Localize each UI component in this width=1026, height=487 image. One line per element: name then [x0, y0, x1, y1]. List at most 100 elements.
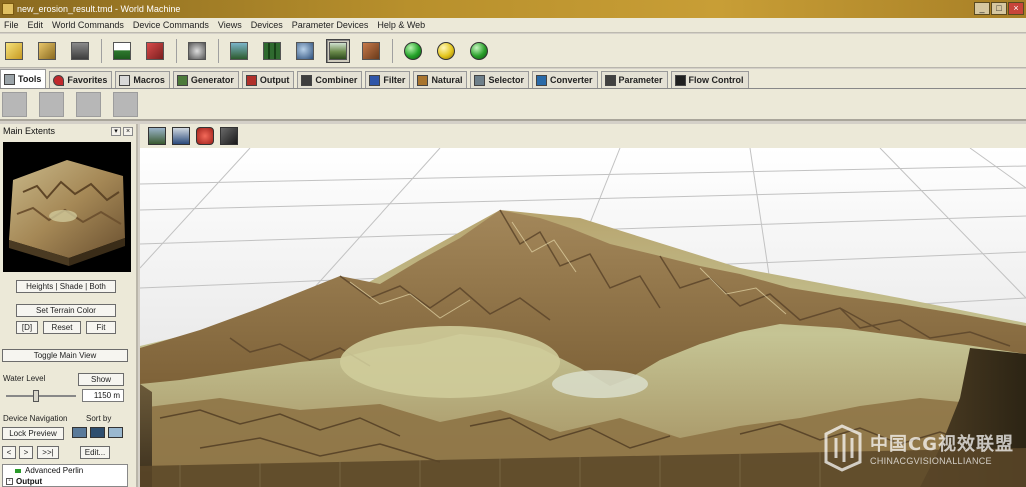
fit-button[interactable]: Fit — [86, 321, 116, 334]
natural-icon — [417, 74, 429, 86]
menu-help-web[interactable]: Help & Web — [373, 20, 430, 30]
set-terrain-color-button[interactable]: Set Terrain Color — [16, 304, 116, 317]
grid-view-button[interactable] — [260, 39, 284, 63]
view-mode-toggle[interactable]: Heights | Shade | Both — [16, 280, 116, 293]
menu-world-commands[interactable]: World Commands — [48, 20, 129, 30]
tree-item[interactable]: Advanced Perlin — [3, 465, 127, 476]
water-level-slider-thumb[interactable] — [33, 390, 39, 402]
save-button[interactable] — [68, 39, 92, 63]
tab-converter[interactable]: Converter — [531, 71, 598, 88]
pin-icon[interactable]: ▾ — [111, 126, 121, 136]
tab-macros[interactable]: Macros — [115, 71, 170, 88]
nav-prev-button[interactable]: < — [2, 446, 16, 459]
heart-icon — [53, 74, 65, 86]
tab-filter[interactable]: Filter — [365, 71, 411, 88]
save-icon — [71, 41, 89, 60]
close-button[interactable]: × — [1008, 2, 1024, 15]
tab-parameter[interactable]: Parameter — [600, 71, 668, 88]
render-button[interactable] — [143, 39, 167, 63]
palette-slot[interactable] — [76, 91, 101, 117]
tab-label: Combiner — [315, 75, 358, 85]
tab-flow-control[interactable]: Flow Control — [670, 71, 749, 88]
watermark-logo-icon — [824, 424, 862, 472]
menu-parameter-devices[interactable]: Parameter Devices — [288, 20, 374, 30]
build-yellow-orb-icon — [437, 41, 455, 60]
explorer-icon — [188, 41, 206, 60]
tab-tools[interactable]: Tools — [0, 69, 47, 88]
palette-slot[interactable] — [2, 91, 27, 117]
tab-label: Macros — [133, 75, 165, 85]
terrain-view-button[interactable] — [293, 39, 317, 63]
menu-device-commands[interactable]: Device Commands — [129, 20, 214, 30]
tab-combiner[interactable]: Combiner — [297, 71, 363, 88]
world-settings-button[interactable] — [110, 39, 134, 63]
device-tab-row: Tools Favorites Macros Generator Output … — [0, 69, 1026, 89]
palette-slot[interactable] — [113, 91, 138, 117]
toggle-main-view-button[interactable]: Toggle Main View — [2, 349, 128, 362]
tab-selector[interactable]: Selector — [470, 71, 529, 88]
build-green-button[interactable] — [401, 39, 425, 63]
menu-edit[interactable]: Edit — [24, 20, 49, 30]
view-height-icon[interactable] — [172, 127, 190, 145]
show-water-button[interactable]: Show — [78, 373, 124, 386]
tab-label: Filter — [383, 75, 406, 85]
3d-view-button[interactable] — [326, 38, 350, 63]
sort-position-icon[interactable] — [90, 427, 105, 438]
tab-output[interactable]: Output — [241, 71, 295, 88]
render-stop-icon[interactable] — [196, 127, 214, 145]
d-button[interactable]: [D] — [16, 321, 38, 334]
title-bar: new_erosion_result.tmd - World Machine _… — [0, 0, 1026, 18]
macros-icon — [119, 74, 131, 86]
layout-view-button[interactable] — [227, 39, 251, 63]
tab-natural[interactable]: Natural — [413, 71, 468, 88]
main-toolbar — [0, 34, 1026, 68]
device-status-icon — [15, 468, 21, 473]
menu-views[interactable]: Views — [214, 20, 247, 30]
build-add-button[interactable] — [467, 39, 491, 63]
terrain-preview-thumbnail[interactable] — [3, 142, 131, 272]
texture-view-button[interactable] — [359, 39, 383, 63]
water-level-slider-track[interactable] — [6, 395, 76, 397]
tab-favorites[interactable]: Favorites — [49, 71, 113, 88]
minimize-button[interactable]: _ — [974, 2, 990, 15]
new-file-button[interactable] — [2, 39, 26, 63]
explorer-button[interactable] — [185, 39, 209, 63]
filter-icon — [369, 74, 381, 86]
tree-item[interactable]: - Output — [3, 476, 127, 486]
lock-preview-button[interactable]: Lock Preview — [2, 427, 64, 440]
tab-label: Selector — [488, 75, 524, 85]
build-yellow-button[interactable] — [434, 39, 458, 63]
nav-next-button[interactable]: > — [19, 446, 33, 459]
edit-button[interactable]: Edit... — [80, 446, 110, 459]
tree-item-label: Output — [16, 477, 43, 486]
expand-icon[interactable]: - — [6, 478, 13, 485]
grid-view-icon — [263, 41, 281, 60]
sort-name-icon[interactable] — [108, 427, 123, 438]
tab-label: Generator — [190, 75, 234, 85]
view-terrain-icon[interactable] — [148, 127, 166, 145]
maximize-button[interactable]: □ — [991, 2, 1007, 15]
reset-button[interactable]: Reset — [43, 321, 81, 334]
menu-devices[interactable]: Devices — [247, 20, 288, 30]
device-tree[interactable]: Advanced Perlin - Output — [2, 464, 128, 487]
panel-header: Main Extents ▾ × — [0, 124, 136, 138]
water-level-label: Water Level — [3, 374, 46, 383]
output-icon — [245, 74, 257, 86]
tab-generator[interactable]: Generator — [172, 71, 239, 88]
sort-type-icon[interactable] — [72, 427, 87, 438]
close-icon[interactable]: × — [123, 126, 133, 136]
palette-slot[interactable] — [39, 91, 64, 117]
open-button[interactable] — [35, 39, 59, 63]
menu-file[interactable]: File — [0, 20, 24, 30]
tree-item-label: Advanced Perlin — [25, 466, 84, 475]
tools-icon — [4, 73, 15, 85]
panel-title: Main Extents — [3, 126, 56, 136]
left-panel: Main Extents ▾ × Heights | Shade | Both — [0, 124, 138, 487]
tab-label: Flow Control — [688, 75, 744, 85]
menu-bar: File Edit World Commands Device Commands… — [0, 18, 1026, 33]
converter-icon — [535, 74, 547, 86]
nav-last-button[interactable]: >>| — [37, 446, 59, 459]
texture-cube-icon[interactable] — [220, 127, 238, 145]
world-settings-icon — [113, 41, 131, 60]
water-level-value[interactable]: 1150 m — [82, 389, 124, 402]
